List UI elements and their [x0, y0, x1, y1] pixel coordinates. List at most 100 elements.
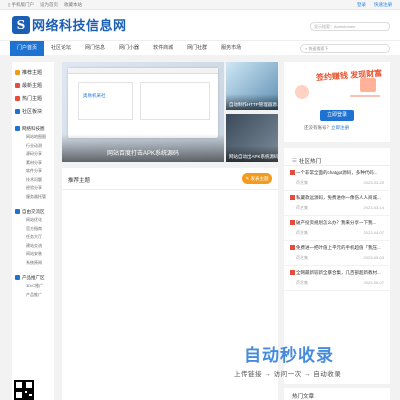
sidebar-item-recommended[interactable]: 推荐主题 — [12, 66, 54, 79]
sidebar-subitem[interactable]: 行业动测 — [12, 142, 54, 151]
star-icon — [15, 70, 20, 75]
sidebar-subitem[interactable]: 产品推广 — [12, 291, 54, 300]
sidebar-subitem[interactable]: 网站安装 — [12, 250, 54, 259]
hot-date: 2023-03-20 — [363, 180, 384, 185]
phone-icon: ▯ — [8, 2, 11, 7]
thumb-caption: 网站自动出APK系统源码 — [226, 146, 278, 162]
hot-row[interactable]: 全网最新较新全暴合集，几百部超新教材... 荷艺集 2023-06-07 — [284, 266, 390, 291]
nav-forum[interactable]: 社区论坛 — [44, 41, 78, 56]
nav-search-input[interactable]: ⌕ 快速搜索下 — [300, 44, 390, 53]
group-title[interactable]: 网络科技圈 — [12, 124, 54, 133]
sidebar-item-boards[interactable]: 社区板块 — [12, 105, 54, 118]
panel-header: 推荐主题 ✎ 发表主题 — [62, 168, 278, 190]
nav-services[interactable]: 服务市场 — [214, 41, 248, 56]
header-search-input[interactable]: 显示搜索：Anekdomen — [310, 22, 390, 31]
sidebar-subitem[interactable]: 任务大厅 — [12, 233, 54, 242]
nav-tools[interactable]: 网门小器 — [112, 41, 146, 56]
register-prompt: 还没有账号？立即注册 — [304, 125, 349, 130]
hot-title: 私藏款远源码，免费进你一像伤人人商城... — [296, 195, 381, 200]
hot-title: 免费进一把叶值上平元的手机超值「我压... — [296, 245, 381, 250]
rank-badge — [290, 245, 295, 250]
hot-row[interactable]: 一个非常全面的chatgpt源码，多种代码... 荷艺集 2023-03-20 — [284, 166, 390, 191]
top-utility-bar: ▯ 手机版门户 设为首页 收藏本站 登录 快速注册 — [0, 0, 400, 10]
nav-software[interactable]: 软件商城 — [146, 41, 180, 56]
watermark-tagline: 上传链接 → 访问一次 → 自动收录 — [234, 371, 342, 378]
sidebar-subitem[interactable]: 素材分享 — [12, 159, 54, 168]
folder-icon — [15, 126, 20, 131]
site-logo[interactable]: S 网络科技信息网 — [12, 15, 127, 34]
register-now-link[interactable]: 立即注册 — [331, 125, 349, 130]
hot-row[interactable]: 破产投资规划怎么办？我来分享一下我... 荷艺集 2023-04-07 — [284, 216, 390, 241]
hot-row[interactable]: 私藏款远源码，免费进你一像伤人人商城... 荷艺集 2023-03-14 — [284, 191, 390, 216]
hot-date: 2023-03-14 — [363, 205, 384, 210]
sidebar-subitem[interactable]: 网站优化 — [12, 216, 54, 225]
hot-title: 全网最新较新全暴合集，几百部超新教材... — [296, 270, 381, 275]
sidebar-subitem[interactable]: 3D/C推广 — [12, 282, 54, 291]
hot-title: 破产投资规划怎么办？我来分享一下我... — [296, 220, 377, 225]
folder-icon — [15, 275, 20, 280]
slide-caption[interactable]: 网站百度打击APK系统源码 — [62, 134, 224, 162]
nav-community[interactable]: 网门社群 — [180, 41, 214, 56]
thumb-card[interactable]: 网站自动出APK系统源码 — [226, 114, 278, 162]
hot-tag: 荷艺集 — [296, 280, 308, 285]
sidebar: 推荐主题 最新主题 热门主题 社区板块 网络科技圈 网站地图图 行业动测 源码分… — [12, 62, 54, 400]
thumb-card[interactable]: 自动制作HTTP管理器源... — [226, 62, 278, 110]
hot-date: 2023-04-07 — [363, 230, 384, 235]
board-icon — [15, 109, 20, 114]
sidebar-subitem[interactable]: 源码分享 — [12, 150, 54, 159]
sidebar-subitem[interactable]: 技术问题 — [12, 176, 54, 185]
sidebar-subitem[interactable]: 软件分享 — [12, 167, 54, 176]
sidebar-group-free: 自由交流区 网站优化 官方指南 任务大厅 建站交流 网站安装 系统原闻 — [12, 207, 54, 267]
login-promo: 签约赚钱 发现财富 立即登录 还没有账号？立即注册 — [284, 62, 390, 142]
login-link[interactable]: 登录 — [357, 2, 366, 8]
logo-icon: S — [12, 15, 30, 34]
set-home-link[interactable]: 设为首页 — [40, 2, 58, 8]
sidebar-subitem[interactable]: 官方指南 — [12, 225, 54, 234]
main-nav: 门户首页 社区论坛 网门信息 网门小器 软件商城 网门社群 服务市场 ⌕ 快速搜… — [0, 40, 400, 56]
hot-tag: 荷艺集 — [296, 255, 308, 260]
window-titlebar — [68, 68, 218, 74]
post-topic-button[interactable]: ✎ 发表主题 — [242, 173, 272, 184]
sidebar-group-promo: 产品推广区 3D/C推广 产品推广 — [12, 273, 54, 299]
slide-screenshot: 奥易机采社 — [68, 68, 218, 138]
feature-slider[interactable]: 奥易机采社 网站百度打击APK系统源码 — [62, 62, 224, 162]
group-title[interactable]: 产品推广区 — [12, 273, 54, 282]
sidebar-item-latest[interactable]: 最新主题 — [12, 79, 54, 92]
sidebar-subitem[interactable]: 服务器托管 — [12, 193, 54, 202]
sidebar-subitem[interactable]: 经验分享 — [12, 184, 54, 193]
hot-tag: 荷艺集 — [296, 180, 308, 185]
nav-info[interactable]: 网门信息 — [78, 41, 112, 56]
sidebar-subitem[interactable]: 系统原闻 — [12, 259, 54, 268]
login-button[interactable]: 立即登录 — [320, 110, 354, 121]
fire-icon — [15, 96, 20, 101]
qr-code — [14, 380, 34, 400]
new-icon — [15, 83, 20, 88]
hot-row[interactable]: 免费进一把叶值上平元的手机超值「我压... 荷艺集 2023-05-03 — [284, 241, 390, 266]
nav-home[interactable]: 门户首页 — [10, 41, 45, 56]
slide-card — [140, 82, 210, 120]
slide-card: 奥易机采社 — [78, 82, 133, 120]
mobile-link[interactable]: ▯ 手机版门户 — [8, 2, 34, 8]
thumb-caption: 自动制作HTTP管理器源... — [226, 94, 278, 110]
register-link[interactable]: 快速注册 — [374, 2, 392, 8]
hot-tag: 荷艺集 — [296, 205, 308, 210]
hot-tag: 荷艺集 — [296, 230, 308, 235]
watermark: 自动秒收录 上传链接 → 访问一次 → 自动收录 — [228, 335, 388, 390]
rank-badge — [290, 220, 295, 225]
promo-illustration: 签约赚钱 发现财富 — [290, 66, 386, 104]
list-icon: ☰ — [292, 157, 297, 164]
sidebar-item-hot[interactable]: 热门主题 — [12, 92, 54, 105]
bookmark-link[interactable]: 收藏本站 — [64, 2, 82, 8]
logo-text: 网络科技信息网 — [32, 18, 127, 33]
group-title[interactable]: 自由交流区 — [12, 207, 54, 216]
rank-badge — [290, 170, 295, 175]
folder-icon — [15, 209, 20, 214]
sidebar-subitem[interactable]: 网站地图图 — [12, 133, 54, 142]
hot-title: 一个非常全面的chatgpt源码，多种代码... — [296, 170, 378, 175]
panel-title: 推荐主题 — [68, 178, 91, 184]
rank-badge — [290, 195, 295, 200]
watermark-brand: 自动秒收录 — [244, 346, 334, 365]
sidebar-subitem[interactable]: 建站交流 — [12, 242, 54, 251]
slide-window-title: 奥易机采社 — [83, 93, 106, 98]
site-header: S 网络科技信息网 显示搜索：Anekdomen — [0, 10, 400, 40]
